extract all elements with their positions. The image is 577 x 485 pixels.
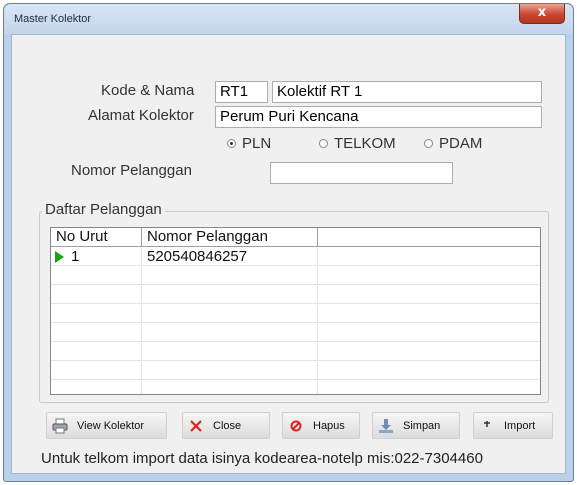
cell-empty (51, 381, 142, 394)
cell-empty (142, 286, 318, 304)
close-label: Close (213, 419, 242, 432)
nama-input[interactable]: Kolektif RT 1 (272, 81, 542, 103)
column-header-nomor-pelanggan[interactable]: Nomor Pelanggan (142, 228, 318, 247)
radio-pln-indicator (227, 139, 236, 148)
radio-pdam[interactable]: PDAM (424, 135, 482, 152)
table-row-empty (51, 286, 540, 304)
cell-empty (51, 343, 142, 361)
cell-empty (51, 362, 142, 380)
cell-empty (51, 305, 142, 323)
client-area: Kode & Nama RT1 Kolektif RT 1 Alamat Kol… (11, 34, 566, 474)
window-title: Master Kolektor (14, 13, 92, 25)
table-row-empty (51, 362, 540, 380)
simpan-button[interactable]: Simpan (372, 412, 460, 439)
printer-icon (51, 417, 69, 435)
footer-hint-text: Untuk telkom import data isinya kodearea… (41, 450, 483, 467)
radio-telkom-indicator (319, 139, 328, 148)
save-icon (377, 417, 395, 435)
view-kolektor-label: View Kolektor (77, 419, 145, 432)
delete-icon (287, 417, 305, 435)
cell-empty (51, 324, 142, 342)
window-close-button[interactable]: x (519, 4, 565, 24)
table-row[interactable]: 1 520540846257 (51, 248, 540, 266)
column-header-no-urut[interactable]: No Urut (51, 228, 142, 247)
daftar-pelanggan-grid[interactable]: No Urut Nomor Pelanggan 1 520540846257 (50, 227, 541, 395)
cell-empty (142, 362, 318, 380)
table-row-empty (51, 381, 540, 394)
radio-telkom-label: TELKOM (334, 135, 396, 152)
radio-pln-label: PLN (242, 135, 272, 152)
radio-pdam-label: PDAM (439, 135, 483, 152)
x-icon (187, 417, 205, 435)
import-icon (478, 417, 496, 435)
kode-input[interactable]: RT1 (215, 81, 268, 103)
hapus-button[interactable]: Hapus (282, 412, 360, 439)
table-row-empty (51, 267, 540, 285)
radio-pdam-indicator (424, 139, 433, 148)
grid-header: No Urut Nomor Pelanggan (51, 228, 540, 247)
daftar-pelanggan-title: Daftar Pelanggan (42, 201, 165, 218)
master-kolektor-window: Master Kolektor x Kode & Nama RT1 Kolekt… (3, 3, 574, 482)
cell-nomor-pelanggan: 520540846257 (142, 248, 318, 266)
cell-empty (142, 305, 318, 323)
alamat-kolektor-label: Alamat Kolektor (88, 107, 194, 124)
table-row-empty (51, 343, 540, 361)
cell-empty (318, 248, 540, 266)
import-button[interactable]: Import (473, 412, 553, 439)
cell-empty (142, 324, 318, 342)
view-kolektor-button[interactable]: View Kolektor (46, 412, 167, 439)
cell-empty (51, 286, 142, 304)
radio-pln[interactable]: PLN (227, 135, 271, 152)
radio-telkom[interactable]: TELKOM (319, 135, 396, 152)
cell-no-urut: 1 (51, 248, 142, 266)
simpan-label: Simpan (403, 419, 441, 432)
cell-empty (142, 267, 318, 285)
alamat-input[interactable]: Perum Puri Kencana (215, 106, 542, 128)
cell-empty (142, 343, 318, 361)
table-row-empty (51, 305, 540, 323)
nomor-pelanggan-input[interactable] (270, 162, 453, 184)
cell-empty (51, 267, 142, 285)
kode-nama-label: Kode & Nama (101, 82, 195, 99)
title-bar: Master Kolektor x (4, 4, 573, 34)
nomor-pelanggan-label: Nomor Pelanggan (71, 162, 192, 179)
hapus-label: Hapus (313, 419, 345, 432)
close-button[interactable]: Close (182, 412, 270, 439)
cell-empty (142, 381, 318, 394)
table-row-empty (51, 324, 540, 342)
import-label: Import (504, 419, 536, 432)
